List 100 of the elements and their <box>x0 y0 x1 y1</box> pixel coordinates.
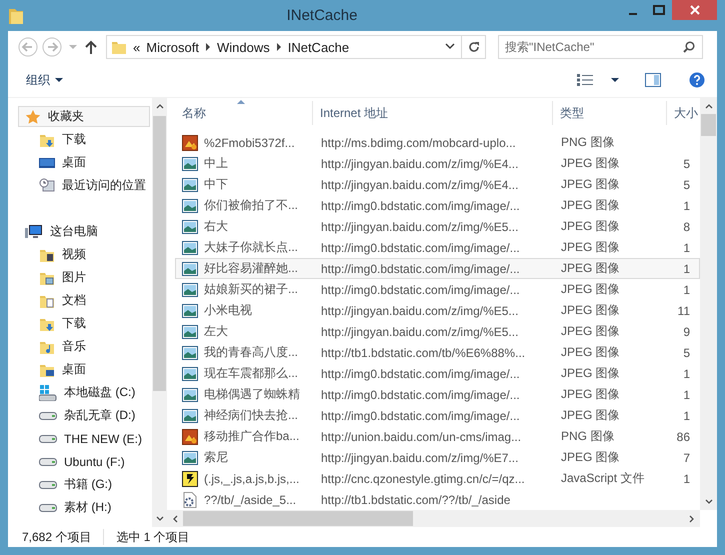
file-row[interactable]: 神经病们快去抢... http://img0.bdstatic.com/img/image/... JPEG 图像 1 <box>175 405 700 426</box>
file-row[interactable]: 你们被偷拍了不... http://img0.bdstatic.com/img/image/... JPEG 图像 1 <box>175 195 700 216</box>
sidebar-item[interactable]: 文档 <box>18 290 150 312</box>
help-button[interactable] <box>687 70 707 90</box>
scroll-down-icon <box>156 516 164 522</box>
file-row[interactable]: 右大 http://jingyan.baidu.com/z/img/%E5... JPEG 图像 8 <box>175 216 700 238</box>
file-name: 你们被偷拍了不... <box>204 197 298 214</box>
address-bar[interactable]: « Microsoft Windows INetCache <box>106 35 486 60</box>
sidebar-item[interactable]: 本地磁盘 (C:) <box>18 382 150 404</box>
sidebar-item[interactable]: 下载 <box>18 313 150 334</box>
file-row[interactable]: %2Fmobi5372f... http://ms.bdimg.com/mobcard-uplo... PNG 图像 <box>175 132 700 154</box>
column-header[interactable]: 类型 <box>553 101 667 126</box>
computer-icon <box>25 224 43 240</box>
sidebar-item[interactable]: 视频 <box>18 244 150 266</box>
view-options-button[interactable] <box>575 72 621 88</box>
sidebar-item[interactable]: 收藏夹 <box>18 106 150 128</box>
minimize-icon <box>629 13 637 15</box>
scrollbar[interactable] <box>167 510 700 528</box>
file-size: 5 <box>683 156 690 171</box>
sidebar-item[interactable]: 这台电脑 <box>18 221 150 242</box>
scrollbar[interactable] <box>700 98 717 510</box>
file-size: 1 <box>683 408 690 423</box>
file-row[interactable]: 左大 http://jingyan.baidu.com/z/img/%E5... JPEG 图像 9 <box>175 321 700 342</box>
sidebar-item[interactable]: 桌面 <box>18 359 150 380</box>
file-row[interactable]: 中上 http://jingyan.baidu.com/z/img/%E4... JPEG 图像 5 <box>175 153 700 174</box>
internet-address: http://jingyan.baidu.com/z/img/%E7... <box>321 450 518 465</box>
scrollbar-thumb[interactable] <box>701 114 716 136</box>
file-row[interactable]: 姑娘新买的裙子... http://img0.bdstatic.com/img/image/... JPEG 图像 1 <box>175 279 700 300</box>
sidebar-item[interactable]: 最近访问的位置 <box>18 175 150 196</box>
scroll-up-icon <box>704 103 712 110</box>
file-row[interactable]: (.js,_.js,a.js,b.js,... http://cnc.qzonestyle.gtimg.cn/c/=/qz... JavaScript 文件 1 <box>175 468 700 490</box>
preview-pane-button[interactable] <box>643 71 663 90</box>
breadcrumb-item[interactable]: Microsoft <box>146 40 199 55</box>
chevron-down-icon <box>445 43 455 52</box>
file-row[interactable]: 移动推广合作ba... http://union.baidu.com/un-cms/imag... PNG 图像 86 <box>175 426 700 448</box>
image-file-icon <box>182 450 198 466</box>
sidebar-item[interactable]: THE NEW (E:) <box>18 428 150 450</box>
file-type: JPEG 图像 <box>561 324 620 338</box>
file-row[interactable]: 现在车震都那么... http://img0.bdstatic.com/img/image/... JPEG 图像 1 <box>175 363 700 384</box>
organize-button[interactable]: 组织 <box>24 70 65 91</box>
file-name: 现在车震都那么... <box>204 365 298 382</box>
sidebar-item[interactable]: 下载 <box>18 129 150 150</box>
file-size: 7 <box>683 450 690 465</box>
file-type: JPEG 图像 <box>561 450 620 464</box>
file-size: 1 <box>683 472 690 486</box>
scrollbar[interactable] <box>152 98 167 528</box>
back-icon <box>18 37 38 58</box>
column-header[interactable]: Internet 地址 <box>313 101 553 126</box>
file-name: 大妹子你就长点... <box>204 239 298 256</box>
file-row[interactable]: 电梯偶遇了蜘蛛精 http://img0.bdstatic.com/img/image/... JPEG 图像 1 <box>175 384 700 406</box>
caret-icon <box>611 77 619 84</box>
file-row[interactable]: ??/tb/_/aside_5... http://tb1.bdstatic.com/??/tb/_/aside <box>175 489 700 510</box>
sidebar-item[interactable]: Ubuntu (F:) <box>18 451 150 472</box>
file-row[interactable]: 大妹子你就长点... http://img0.bdstatic.com/img/image/... JPEG 图像 1 <box>175 237 700 258</box>
file-type: JPEG 图像 <box>561 303 620 318</box>
internet-address: http://img0.bdstatic.com/img/image/... <box>321 388 520 402</box>
sidebar-item[interactable]: 图片 <box>18 267 150 288</box>
drive-icon <box>39 434 57 444</box>
image-file-icon <box>182 282 198 298</box>
file-size: 5 <box>683 346 690 360</box>
up-button[interactable] <box>84 39 98 56</box>
search-field[interactable]: 搜索"INetCache" <box>498 35 703 60</box>
file-name: 电梯偶遇了蜘蛛精 <box>204 386 300 404</box>
file-row[interactable]: 小米电视 http://jingyan.baidu.com/z/img/%E5... JPEG 图像 11 <box>175 300 700 322</box>
file-type: JPEG 图像 <box>561 156 620 170</box>
back-button[interactable] <box>18 37 38 58</box>
scroll-up-icon <box>156 103 164 110</box>
breadcrumb-overflow[interactable]: « <box>133 40 140 55</box>
forward-button[interactable] <box>42 37 62 58</box>
close-button[interactable] <box>672 0 717 20</box>
file-row[interactable]: 中下 http://jingyan.baidu.com/z/img/%E4... JPEG 图像 5 <box>175 174 700 196</box>
file-size: 1 <box>683 198 690 213</box>
file-row[interactable]: 好比容易灌醉她... http://img0.bdstatic.com/img/image/... JPEG 图像 1 <box>175 258 700 280</box>
drive-icon <box>39 410 57 421</box>
sort-ascending-icon <box>237 99 245 104</box>
file-type: JPEG 图像 <box>561 240 620 254</box>
internet-address: http://img0.bdstatic.com/img/image/... <box>321 366 520 381</box>
sidebar-item[interactable]: 杂乱无章 (D:) <box>18 405 150 426</box>
scrollbar-thumb[interactable] <box>153 116 166 392</box>
file-name: 我的青春高八度... <box>204 344 298 362</box>
file-size: 1 <box>683 366 690 381</box>
sidebar-item[interactable]: 素材 (H:) <box>18 497 150 518</box>
image-file-icon <box>182 240 198 256</box>
column-header[interactable]: 名称 <box>175 101 313 126</box>
breadcrumb-item[interactable]: Windows <box>216 40 270 55</box>
file-name: 移动推广合作ba... <box>204 428 300 446</box>
script-file-icon <box>182 470 198 487</box>
file-size: 11 <box>678 304 690 318</box>
sidebar-item[interactable]: 书籍 (G:) <box>18 474 150 496</box>
file-name: 小米电视 <box>204 302 252 320</box>
chevron-icon <box>204 43 211 52</box>
file-type: PNG 图像 <box>561 429 614 444</box>
internet-address: http://tb1.bdstatic.com/??/tb/_/aside <box>321 492 510 507</box>
breadcrumb-item[interactable]: INetCache <box>288 40 350 55</box>
scrollbar-thumb[interactable] <box>183 511 413 526</box>
sidebar-item[interactable]: 桌面 <box>18 152 150 174</box>
sidebar-item[interactable]: 音乐 <box>18 336 150 358</box>
image-file-icon <box>182 218 198 235</box>
file-row[interactable]: 索尼 http://jingyan.baidu.com/z/img/%E7... JPEG 图像 7 <box>175 447 700 468</box>
file-row[interactable]: 我的青春高八度... http://tb1.bdstatic.com/tb/%E6%88%... JPEG 图像 5 <box>175 342 700 364</box>
